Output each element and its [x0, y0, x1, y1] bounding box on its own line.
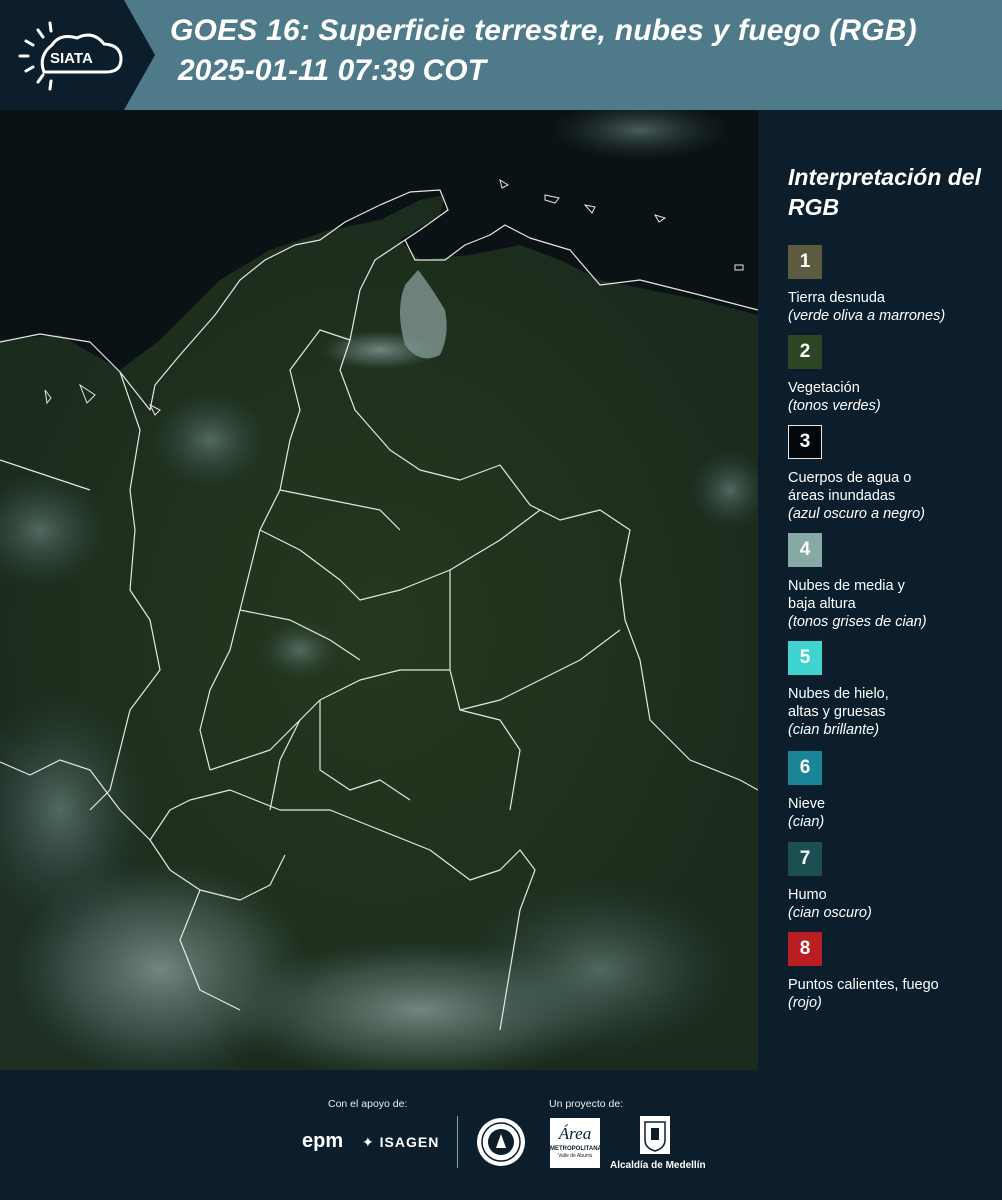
- area-logo-name: Área: [558, 1124, 592, 1143]
- legend-desc: (cian oscuro): [788, 905, 872, 921]
- legend-desc: (rojo): [788, 995, 822, 1011]
- legend-swatch-2: 2: [788, 335, 822, 369]
- legend-label: Nieve: [788, 796, 826, 812]
- legend-swatch-4: 4: [788, 533, 822, 567]
- legend-item-bare-land: 1 Tierra desnuda (verde oliva a marrones…: [788, 245, 998, 325]
- legend-desc: (azul oscuro a negro): [788, 506, 926, 522]
- legend-item-smoke: 7 Humo (cian oscuro): [788, 842, 998, 922]
- siata-logo-shape: SIATA: [0, 0, 155, 110]
- alcaldia-shield-logo[interactable]: [640, 1116, 670, 1154]
- timestamp: 2025-01-11 07:39 COT: [178, 54, 486, 87]
- legend-desc: (cian brillante): [788, 722, 880, 738]
- legend-desc: (verde oliva a marrones): [788, 308, 946, 324]
- project-label: Un proyecto de:: [549, 1098, 624, 1110]
- legend-panel: Interpretación del RGB 1 Tierra desnuda …: [758, 110, 1002, 1070]
- legend-label: Nubes de hielo, altas y gruesas: [788, 686, 889, 720]
- support-label: Con el apoyo de:: [328, 1098, 408, 1110]
- legend-label: Cuerpos de agua o áreas inundadas: [788, 470, 912, 504]
- legend-swatch-5: 5: [788, 641, 822, 675]
- siata-logo[interactable]: SIATA: [0, 0, 155, 110]
- area-metropolitana-logo[interactable]: Área METROPOLITANA Valle de Aburrá: [550, 1118, 602, 1168]
- area-logo-sub: METROPOLITANA: [550, 1146, 602, 1152]
- legend-title: Interpretación del RGB: [788, 164, 981, 220]
- legend-label: Vegetación: [788, 380, 860, 396]
- legend-desc: (cian): [788, 814, 825, 830]
- legend-item-snow: 6 Nieve (cian): [788, 751, 998, 831]
- legend-swatch-7: 7: [788, 842, 822, 876]
- legend-desc: (tonos grises de cian): [788, 614, 927, 630]
- satellite-map[interactable]: [0, 110, 758, 1070]
- alcaldia-logo-text: Alcaldía de Medellín: [610, 1160, 706, 1171]
- siata-logo-text: SIATA: [50, 50, 93, 67]
- university-seal-logo[interactable]: [477, 1118, 525, 1166]
- header: SIATA GOES 16: Superficie terrestre, nub…: [0, 0, 1002, 110]
- legend-item-ice-clouds: 5 Nubes de hielo, altas y gruesas (cian …: [788, 641, 998, 739]
- legend-desc: (tonos verdes): [788, 398, 881, 414]
- legend-label: Nubes de media y baja altura: [788, 578, 905, 612]
- seal-icon: [481, 1122, 521, 1162]
- page-title: GOES 16: Superficie terrestre, nubes y f…: [170, 14, 917, 47]
- legend-item-fire: 8 Puntos calientes, fuego (rojo): [788, 932, 998, 1012]
- legend-label: Humo: [788, 887, 827, 903]
- legend-swatch-6: 6: [788, 751, 822, 785]
- legend-item-water: 3 Cuerpos de agua o áreas inundadas (azu…: [788, 425, 998, 523]
- shield-icon: [644, 1121, 666, 1152]
- footer-divider: [457, 1116, 458, 1168]
- isagen-logo[interactable]: ✦ ISAGEN: [362, 1134, 439, 1151]
- legend-swatch-3: 3: [788, 425, 822, 459]
- legend-swatch-8: 8: [788, 932, 822, 966]
- map-image: [0, 110, 758, 1070]
- isagen-icon: ✦: [362, 1134, 375, 1150]
- legend-swatch-1: 1: [788, 245, 822, 279]
- legend-item-vegetation: 2 Vegetación (tonos verdes): [788, 335, 998, 415]
- area-logo-sub2: Valle de Aburrá: [558, 1153, 592, 1159]
- legend-item-low-clouds: 4 Nubes de media y baja altura (tonos gr…: [788, 533, 998, 631]
- footer: Con el apoyo de: Un proyecto de: epm ✦ I…: [0, 1070, 1002, 1200]
- isagen-text: ISAGEN: [379, 1134, 440, 1150]
- legend-label: Puntos calientes, fuego: [788, 977, 939, 993]
- epm-logo[interactable]: epm: [302, 1130, 343, 1153]
- legend-label: Tierra desnuda: [788, 290, 885, 306]
